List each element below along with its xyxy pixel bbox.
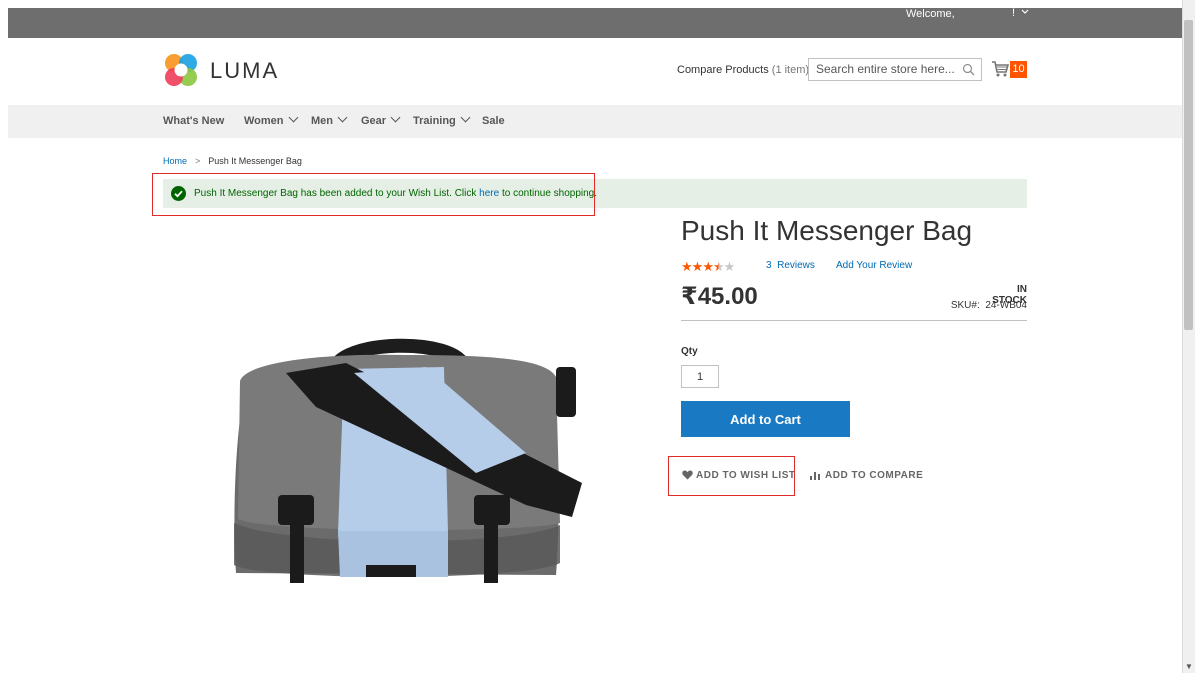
- divider: [681, 320, 1027, 321]
- search-icon[interactable]: [962, 63, 975, 76]
- sku-label: SKU#:: [950, 300, 980, 311]
- search-input[interactable]: [809, 59, 966, 79]
- chevron-down-icon: [390, 112, 401, 123]
- nav-item-women[interactable]: Women: [244, 112, 298, 127]
- compare-products-count: (1 item): [771, 64, 810, 76]
- nav-item-sale[interactable]: Sale: [482, 115, 505, 127]
- star-icon: ★: [723, 259, 736, 274]
- chevron-down-icon: [1021, 9, 1029, 14]
- chevron-down-icon: [460, 112, 471, 123]
- search-field: [808, 58, 982, 81]
- nav-item-label: Gear: [361, 115, 387, 127]
- welcome-message: Welcome,: [906, 8, 955, 20]
- nav-item-label: Sale: [482, 115, 505, 127]
- breadcrumb-home-link[interactable]: Home: [163, 156, 187, 166]
- nav-item-training[interactable]: Training: [413, 112, 471, 127]
- top-panel: [8, 8, 1182, 38]
- nav-item-label: What's New: [163, 115, 225, 127]
- logo-text[interactable]: LUMA: [210, 58, 279, 84]
- qty-label: Qty: [681, 346, 698, 357]
- scrollbar-thumb[interactable]: [1184, 20, 1193, 330]
- bar-chart-icon: [810, 472, 820, 480]
- add-to-cart-button[interactable]: Add to Cart: [681, 401, 850, 437]
- rating-summary: ★★★★★: [681, 259, 736, 275]
- reviews-link[interactable]: 3 Reviews: [766, 260, 815, 271]
- add-review-link[interactable]: Add Your Review: [836, 260, 912, 271]
- page-margin: [0, 0, 8, 673]
- chevron-down-icon: [288, 112, 298, 123]
- annotation-highlight-box: [152, 173, 595, 216]
- product-title: Push It Messenger Bag: [681, 215, 973, 246]
- compare-products-label: Compare Products: [677, 64, 769, 76]
- star-icon: ★: [681, 259, 693, 274]
- cart-count-badge[interactable]: 10: [1010, 61, 1027, 78]
- product-price: ₹45.00: [681, 283, 758, 310]
- sku-value: 24-WB04: [985, 300, 1027, 311]
- product-image[interactable]: [226, 333, 590, 589]
- scroll-down-arrow-icon[interactable]: ▼: [1185, 662, 1193, 671]
- qty-input[interactable]: [681, 365, 719, 388]
- customer-name: !: [1012, 7, 1016, 19]
- breadcrumb: Home > Push It Messenger Bag: [163, 156, 302, 166]
- nav-item-label: Training: [413, 115, 456, 127]
- add-to-compare-link[interactable]: ADD TO COMPARE: [810, 470, 923, 481]
- breadcrumb-current: Push It Messenger Bag: [208, 156, 302, 166]
- nav-item-gear[interactable]: Gear: [361, 112, 401, 127]
- luma-logo-icon[interactable]: [162, 52, 200, 88]
- customer-menu-toggle[interactable]: !: [1012, 7, 1029, 19]
- add-to-compare-label: ADD TO COMPARE: [825, 470, 924, 481]
- cart-icon[interactable]: [991, 60, 1009, 78]
- nav-item-whats-new[interactable]: What's New: [163, 115, 224, 127]
- compare-products-link[interactable]: Compare Products (1 item): [677, 64, 809, 76]
- nav-item-men[interactable]: Men: [311, 112, 348, 127]
- star-half-icon: ★: [712, 259, 725, 274]
- product-sku: SKU#: 24-WB04: [927, 300, 1027, 311]
- nav-item-label: Men: [311, 115, 333, 127]
- chevron-down-icon: [337, 112, 348, 123]
- star-icon: ★: [691, 259, 704, 274]
- annotation-highlight-box: [668, 456, 795, 496]
- star-icon: ★: [702, 259, 714, 274]
- nav-item-label: Women: [244, 115, 284, 127]
- breadcrumb-separator: >: [195, 156, 201, 166]
